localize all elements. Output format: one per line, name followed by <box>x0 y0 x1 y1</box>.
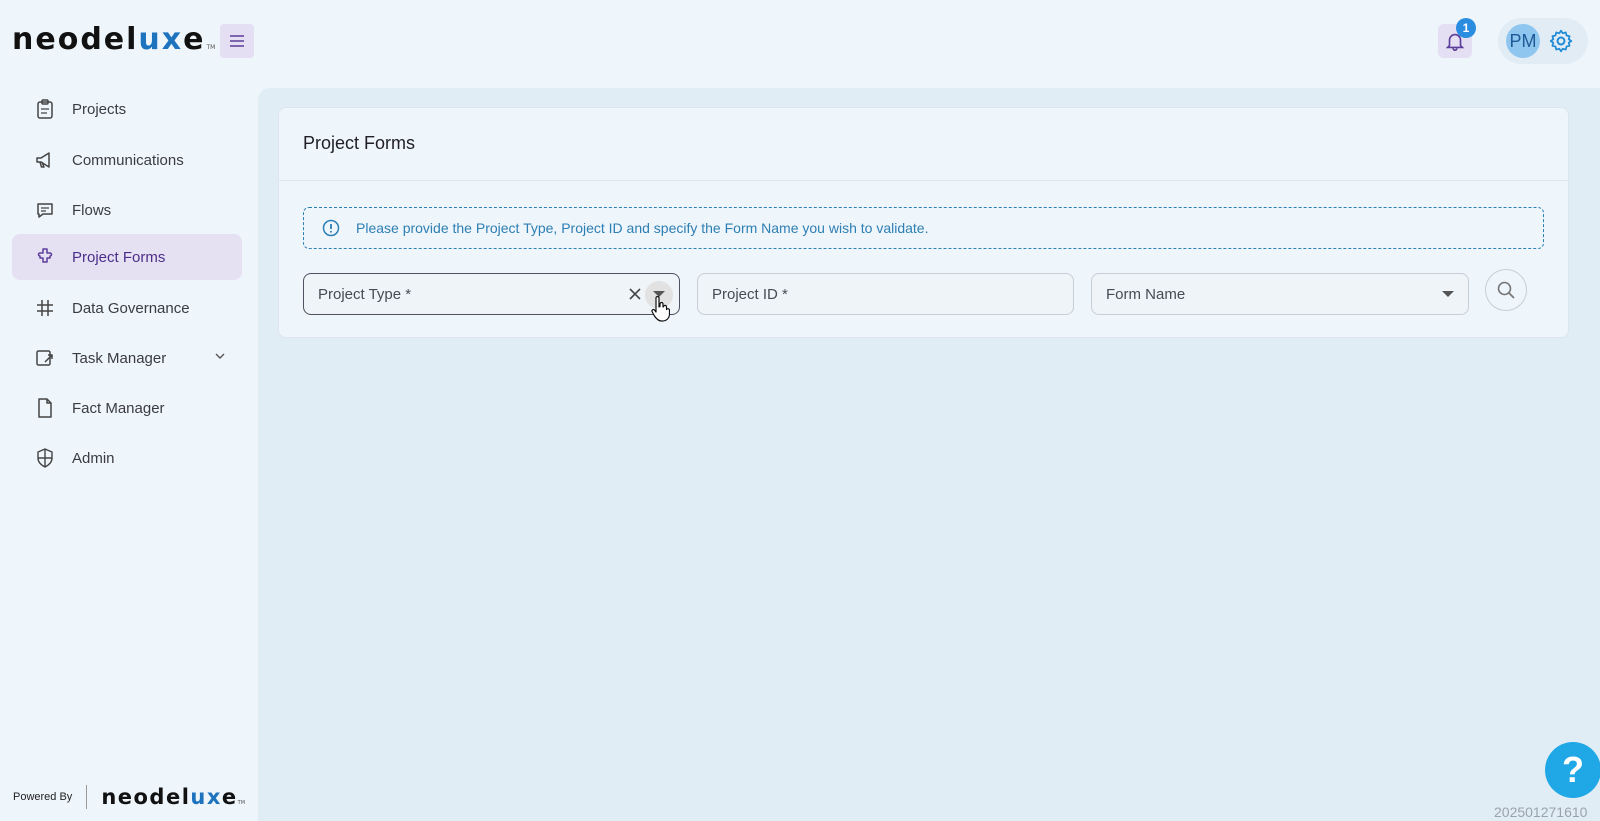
sidebar-item-data-governance[interactable]: Data Governance <box>12 285 242 331</box>
file-icon <box>34 397 56 419</box>
sidebar-item-flows[interactable]: Flows <box>12 187 242 233</box>
page-title: Project Forms <box>303 133 416 153</box>
sidebar-item-label: Communications <box>72 151 184 169</box>
search-button[interactable] <box>1485 269 1527 311</box>
grid-icon <box>34 297 56 319</box>
info-alert: Please provide the Project Type, Project… <box>303 207 1544 249</box>
project-id-label: Project ID * <box>712 285 788 303</box>
gear-icon[interactable] <box>1548 28 1574 54</box>
logo-text-b: ux <box>138 22 184 57</box>
chat-icon <box>34 199 56 221</box>
task-icon <box>34 347 56 369</box>
info-icon <box>322 219 340 237</box>
chevron-down-icon <box>1442 291 1454 297</box>
footer-logo-tm: TM <box>237 800 246 806</box>
project-type-label: Project Type * <box>318 285 412 303</box>
sidebar-item-label: Projects <box>72 100 127 118</box>
sidebar-item-label: Admin <box>72 449 115 467</box>
megaphone-icon <box>34 149 56 171</box>
hamburger-icon <box>230 35 244 47</box>
neodeluxe-footer-logo: neodeluxeTM <box>101 785 245 809</box>
chevron-down-icon <box>215 353 225 359</box>
logo-tm: TM <box>206 44 216 51</box>
sidebar-item-task-manager[interactable]: Task Manager <box>12 335 242 381</box>
hand-cursor-icon <box>651 296 670 322</box>
divider <box>279 180 1568 181</box>
divider <box>86 785 88 809</box>
sidebar-item-project-forms[interactable]: Project Forms <box>12 234 242 280</box>
sidebar-item-label: Data Governance <box>72 299 190 317</box>
sidebar-item-label: Flows <box>72 201 112 219</box>
logo-text-c: e <box>183 22 206 57</box>
help-button[interactable]: ? <box>1545 742 1600 798</box>
puzzle-icon <box>34 246 56 268</box>
avatar[interactable]: PM <box>1506 24 1540 58</box>
logo-text-a: neodel <box>12 22 139 57</box>
sidebar-item-projects[interactable]: Projects <box>12 86 242 132</box>
footer-logo-text-b: ux <box>190 785 222 809</box>
search-icon <box>1497 281 1515 299</box>
powered-by-label: Powered By <box>13 791 73 803</box>
sidebar-item-admin[interactable]: Admin <box>12 435 242 481</box>
sidebar-item-label: Task Manager <box>72 349 167 367</box>
sidebar-item-fact-manager[interactable]: Fact Manager <box>12 385 242 431</box>
footer-logo-text-c: e <box>221 785 238 809</box>
sidebar-item-label: Project Forms <box>72 248 166 266</box>
notification-badge: 1 <box>1456 18 1476 38</box>
alert-text: Please provide the Project Type, Project… <box>356 220 929 236</box>
top-bar: neodel ux e TM 1 PM <box>0 0 1600 82</box>
form-name-select[interactable]: Form Name <box>1091 273 1469 315</box>
project-id-field[interactable]: Project ID * <box>697 273 1074 315</box>
sidebar-item-communications[interactable]: Communications <box>12 137 242 183</box>
sidebar-item-label: Fact Manager <box>72 399 165 417</box>
sidebar: Projects Communications Flows Project Fo… <box>0 82 254 821</box>
clipboard-icon <box>34 98 56 120</box>
project-type-select[interactable]: Project Type * <box>303 273 680 315</box>
shield-icon <box>34 447 56 469</box>
neodeluxe-logo: neodel ux e TM <box>12 22 215 58</box>
powered-by: Powered By neodeluxeTM <box>13 785 245 809</box>
form-name-label: Form Name <box>1106 285 1186 303</box>
build-number: 202501271610 <box>1494 804 1588 820</box>
footer-logo-text-a: neodel <box>101 785 191 809</box>
close-icon[interactable] <box>627 286 643 302</box>
hamburger-menu-button[interactable] <box>220 24 254 58</box>
